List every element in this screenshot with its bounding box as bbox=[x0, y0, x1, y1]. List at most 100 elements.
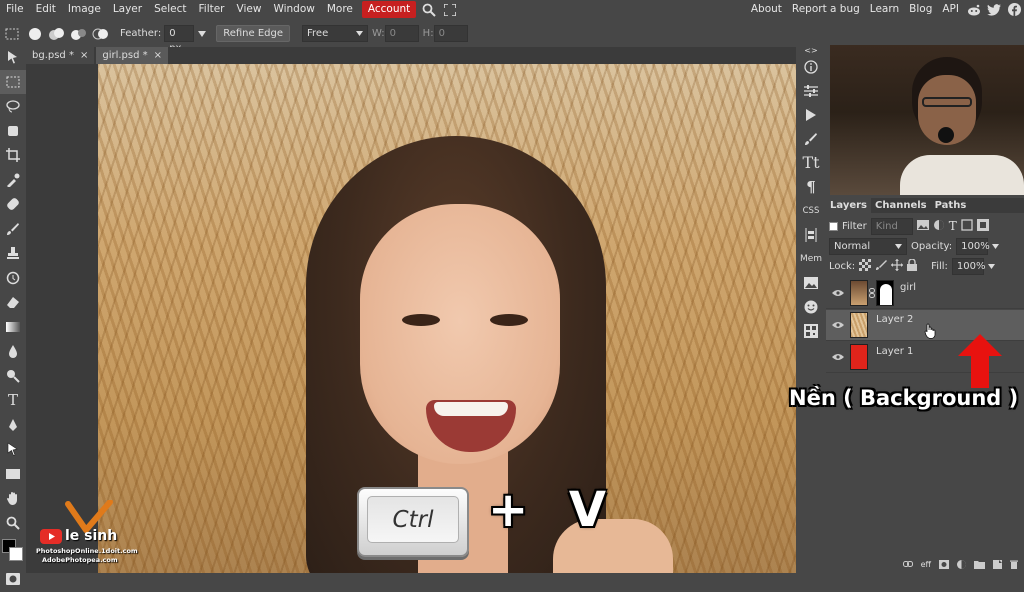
reddit-icon[interactable] bbox=[964, 4, 984, 16]
hand-tool-icon[interactable] bbox=[0, 486, 26, 511]
link-learn[interactable]: Learn bbox=[865, 0, 904, 19]
paragraph-icon[interactable]: ¶ bbox=[796, 175, 826, 199]
link-api[interactable]: API bbox=[937, 0, 964, 19]
move-tool-icon[interactable] bbox=[0, 45, 26, 70]
add-mask-icon[interactable] bbox=[939, 560, 949, 573]
effects-button[interactable]: eff bbox=[921, 560, 931, 573]
search-icon[interactable] bbox=[419, 0, 439, 19]
selection-subtract-icon[interactable] bbox=[68, 26, 90, 42]
lasso-tool-icon[interactable] bbox=[0, 94, 26, 119]
layer-mask-thumbnail[interactable] bbox=[876, 280, 894, 306]
delete-layer-icon[interactable] bbox=[1010, 560, 1018, 573]
rectangle-tool-icon[interactable] bbox=[0, 462, 26, 487]
menu-more[interactable]: More bbox=[321, 0, 359, 19]
history-brush-tool-icon[interactable] bbox=[0, 266, 26, 291]
style-select[interactable]: Free bbox=[302, 25, 368, 42]
menu-image[interactable]: Image bbox=[62, 0, 107, 19]
eraser-tool-icon[interactable] bbox=[0, 290, 26, 315]
filter-shape-icon[interactable] bbox=[961, 218, 973, 234]
menu-edit[interactable]: Edit bbox=[30, 0, 62, 19]
link-layers-icon[interactable] bbox=[902, 560, 913, 573]
eyedropper-tool-icon[interactable] bbox=[0, 168, 26, 193]
stamp-tool-icon[interactable] bbox=[0, 241, 26, 266]
twitter-icon[interactable] bbox=[984, 3, 1004, 16]
filter-type-icon[interactable]: T bbox=[949, 219, 957, 233]
menu-view[interactable]: View bbox=[231, 0, 268, 19]
healing-tool-icon[interactable] bbox=[0, 192, 26, 217]
image-panel-icon[interactable] bbox=[796, 271, 826, 295]
menu-window[interactable]: Window bbox=[267, 0, 320, 19]
link-report-bug[interactable]: Report a bug bbox=[787, 0, 865, 19]
collapse-arrows-icon[interactable]: <> bbox=[796, 45, 826, 55]
selection-intersect-icon[interactable] bbox=[90, 26, 112, 42]
new-layer-icon[interactable] bbox=[993, 560, 1002, 573]
emoji-icon[interactable] bbox=[796, 295, 826, 319]
visibility-eye-icon[interactable] bbox=[826, 321, 850, 329]
filter-checkbox[interactable] bbox=[829, 221, 838, 231]
info-icon[interactable] bbox=[796, 55, 826, 79]
link-blog[interactable]: Blog bbox=[904, 0, 937, 19]
opacity-input[interactable]: 100% bbox=[956, 237, 990, 255]
w-input[interactable]: 0 bbox=[384, 25, 419, 42]
css-panel-icon[interactable]: CSS bbox=[796, 199, 826, 223]
blend-mode-select[interactable]: Normal bbox=[829, 237, 907, 255]
close-icon[interactable]: × bbox=[80, 47, 88, 64]
visibility-eye-icon[interactable] bbox=[826, 289, 850, 297]
type-tool-icon[interactable]: T bbox=[0, 388, 26, 413]
color-swatches[interactable] bbox=[0, 535, 26, 567]
gradient-tool-icon[interactable] bbox=[0, 315, 26, 340]
menu-account[interactable]: Account bbox=[361, 1, 417, 18]
dodge-tool-icon[interactable] bbox=[0, 364, 26, 389]
link-about[interactable]: About bbox=[746, 0, 787, 19]
menu-layer[interactable]: Layer bbox=[107, 0, 148, 19]
tab-paths[interactable]: Paths bbox=[931, 198, 971, 213]
feather-dropdown-icon[interactable] bbox=[194, 30, 210, 37]
facebook-icon[interactable] bbox=[1004, 3, 1024, 16]
visibility-eye-icon[interactable] bbox=[826, 353, 850, 361]
refine-edge-button[interactable]: Refine Edge bbox=[216, 25, 290, 42]
selection-add-icon[interactable] bbox=[46, 26, 68, 42]
kind-select[interactable]: Kind bbox=[870, 217, 913, 235]
lock-all-icon[interactable] bbox=[907, 257, 918, 274]
opacity-dropdown-icon[interactable] bbox=[992, 241, 1000, 252]
tab-girl-psd[interactable]: girl.psd * × bbox=[96, 47, 169, 64]
h-input[interactable]: 0 bbox=[433, 25, 468, 42]
tab-channels[interactable]: Channels bbox=[871, 198, 931, 213]
layer-row-girl[interactable]: girl bbox=[826, 278, 1024, 309]
brush-panel-icon[interactable] bbox=[796, 127, 826, 151]
pen-tool-icon[interactable] bbox=[0, 413, 26, 438]
align-icon[interactable] bbox=[796, 223, 826, 247]
close-icon[interactable]: × bbox=[154, 47, 162, 64]
adjustments-icon[interactable] bbox=[796, 79, 826, 103]
filter-adjustment-icon[interactable] bbox=[933, 219, 945, 234]
filter-pixel-icon[interactable] bbox=[916, 219, 929, 233]
memory-panel-icon[interactable]: Mem bbox=[796, 247, 826, 271]
quick-select-tool-icon[interactable] bbox=[0, 119, 26, 144]
marquee-tool-icon[interactable] bbox=[0, 69, 26, 94]
menu-select[interactable]: Select bbox=[148, 0, 192, 19]
play-actions-icon[interactable] bbox=[796, 103, 826, 127]
lock-transparency-icon[interactable] bbox=[859, 258, 872, 274]
quick-mask-icon[interactable] bbox=[0, 567, 26, 592]
selection-new-icon[interactable] bbox=[24, 26, 46, 42]
marquee-rect-icon[interactable] bbox=[0, 28, 24, 40]
fill-input[interactable]: 100% bbox=[951, 257, 986, 275]
fill-dropdown-icon[interactable] bbox=[987, 261, 995, 272]
character-icon[interactable]: Tt bbox=[796, 151, 826, 175]
path-select-tool-icon[interactable] bbox=[0, 437, 26, 462]
blur-tool-icon[interactable] bbox=[0, 339, 26, 364]
brush-tool-icon[interactable] bbox=[0, 217, 26, 242]
qr-code-icon[interactable] bbox=[796, 319, 826, 343]
zoom-tool-icon[interactable] bbox=[0, 511, 26, 536]
tab-bg-psd[interactable]: bg.psd * × bbox=[26, 47, 95, 64]
menu-file[interactable]: File bbox=[0, 0, 30, 19]
adjustment-layer-icon[interactable] bbox=[957, 560, 966, 573]
new-group-icon[interactable] bbox=[974, 560, 985, 573]
background-color[interactable] bbox=[9, 547, 23, 561]
fullscreen-icon[interactable] bbox=[439, 0, 461, 19]
feather-input[interactable]: 0 px bbox=[164, 25, 195, 54]
lock-position-icon[interactable] bbox=[891, 258, 904, 274]
crop-tool-icon[interactable] bbox=[0, 143, 26, 168]
filter-smart-object-icon[interactable] bbox=[976, 218, 989, 234]
lock-pixels-icon[interactable] bbox=[875, 259, 888, 274]
